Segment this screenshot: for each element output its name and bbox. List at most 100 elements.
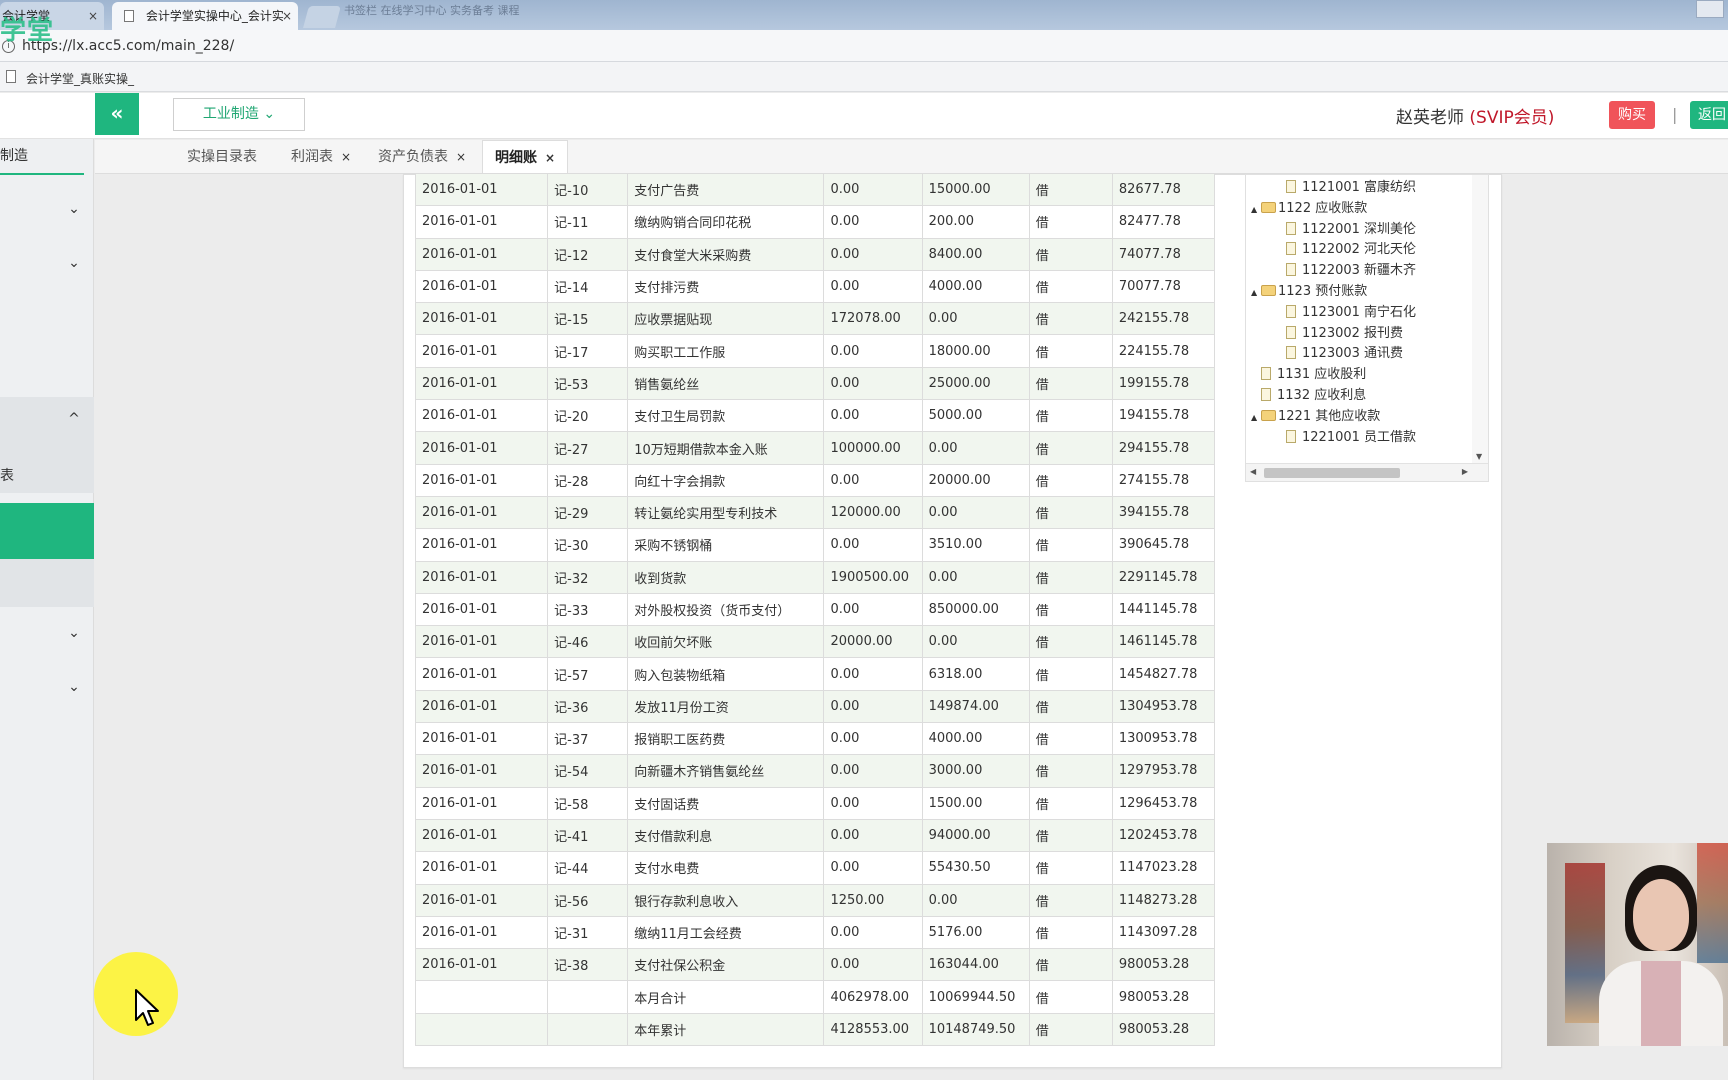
bookmark-item[interactable]: 会计学堂_真账实操_ [26,70,134,87]
tab-balance-sheet[interactable]: 资产负债表 × [378,140,466,174]
cell-voucher-no: 记-15 [547,302,629,336]
tree-item[interactable]: 1122002 河北天伦 [1286,240,1416,260]
cell-debit: 0.00 [823,334,923,368]
tree-item[interactable]: 1121001 富康纺织 [1286,178,1416,198]
cell-date: 2016-01-01 [414,237,549,271]
cell-summary: 缴纳11月工会经费 [627,915,825,950]
tree-item[interactable]: 1221001 员工借款 [1286,428,1416,448]
close-icon[interactable]: × [456,150,466,164]
close-icon[interactable]: × [341,150,351,164]
cell-balance: 274155.78 [1111,463,1216,497]
chevron-down-icon[interactable]: ⌄ [64,201,84,221]
table-row: 2016-01-01 记-27 10万短期借款本金入账 100000.00 0.00 借 2… [414,431,1216,465]
scroll-down-icon[interactable]: ▼ [1476,452,1482,461]
tree-item[interactable]: ▲ 1221 其他应收款 [1251,407,1380,427]
tree-item[interactable]: ▲ 1123 预付账款 [1251,282,1367,302]
cell-voucher-no: 记-11 [547,205,629,239]
cell-date: 2016-01-01 [414,205,549,239]
cell-direction: 借 [1028,495,1113,530]
tree-item-label: 1122002 河北天伦 [1302,242,1417,258]
cell-balance: 224155.78 [1111,334,1216,368]
tree-item[interactable]: 1123001 南宁石化 [1286,303,1416,323]
chevron-down-icon[interactable]: ⌄ [64,625,84,645]
horizontal-scrollbar[interactable]: ◀ ▶ [1246,463,1488,481]
tab-income-statement[interactable]: 利润表 × [291,140,351,174]
expand-toggle-icon[interactable]: ▲ [1251,408,1261,428]
chevron-down-icon[interactable]: ⌄ [64,679,84,699]
cell-voucher-no: 记-53 [547,366,629,401]
cell-date: 2016-01-01 [414,915,549,950]
cell-balance: 1148273.28 [1111,883,1216,917]
cell-balance: 1300953.78 [1111,722,1216,756]
close-icon[interactable]: × [88,2,98,30]
tree-item[interactable]: 1131 应收股利 [1251,365,1366,385]
tree-item[interactable]: 1123002 报刊费 [1286,324,1403,344]
scroll-left-icon[interactable]: ◀ [1250,467,1256,476]
close-icon[interactable]: × [545,151,555,165]
close-icon[interactable]: × [282,2,292,30]
cell-balance: 1143097.28 [1111,915,1216,950]
cell-credit: 0.00 [921,560,1030,594]
chevron-up-icon[interactable]: ^ [64,411,84,431]
cell-date: 2016-01-01 [414,172,549,207]
cell-direction: 借 [1028,560,1113,594]
tree-item[interactable]: 1132 应收利息 [1251,386,1366,406]
scrollbar-thumb[interactable] [1264,468,1400,478]
cell-balance: 1454827.78 [1111,657,1216,691]
cell-debit: 0.00 [823,399,923,433]
cell-summary: 支付水电费 [627,851,825,885]
cell-summary: 收回前欠坏账 [627,625,825,659]
expand-toggle-icon[interactable]: ▲ [1251,283,1261,303]
buy-button[interactable]: 购买 [1609,101,1655,129]
cell-voucher-no: 记-28 [547,463,629,497]
cell-date: 2016-01-01 [414,528,549,562]
cell-direction: 借 [1028,657,1113,691]
sidebar-item[interactable] [0,559,94,607]
scroll-right-icon[interactable]: ▶ [1462,467,1468,476]
collapse-sidebar-button[interactable]: « [95,93,139,135]
cell-credit: 5176.00 [921,915,1030,950]
cell-date: 2016-01-01 [414,722,549,756]
table-row: 2016-01-01 记-20 支付卫生局罚款 0.00 5000.00 借 194155.… [414,399,1216,433]
cell-direction: 借 [1028,592,1113,627]
cell-credit: 8400.00 [921,237,1030,271]
table-row: 2016-01-01 记-36 发放11月份工资 0.00 149874.00 借 1304… [414,689,1216,724]
page-icon [6,70,16,83]
tree-item[interactable]: 1122003 新疆木齐 [1286,261,1416,281]
chevron-down-icon[interactable]: ⌄ [64,255,84,275]
browser-tab-active[interactable]: 会计学堂实操中心_会计实 × [112,2,298,30]
cell-direction: 借 [1028,625,1113,659]
cell-credit: 10148749.50 [921,1012,1030,1047]
cell-direction: 借 [1028,463,1113,497]
back-button[interactable]: 返回 [1690,101,1728,129]
sidebar-item-active[interactable] [0,503,94,559]
tree-item[interactable]: ▲ 1122 应收账款 [1251,199,1367,219]
chevron-down-icon: ⌄ [263,106,276,122]
sidebar-item-label[interactable]: 表 [0,465,14,485]
cell-balance: 1304953.78 [1111,689,1216,724]
new-tab-button[interactable] [303,6,341,28]
tab-detail-ledger[interactable]: 明细账 × [482,140,569,175]
tree-item[interactable]: 1122001 深圳美伦 [1286,220,1416,240]
cell-debit: 4128553.00 [823,1012,923,1047]
cell-balance: 1296453.78 [1111,786,1216,820]
window-controls[interactable] [1696,0,1724,18]
cell-summary: 支付排污费 [627,269,825,304]
cell-direction: 借 [1028,689,1113,724]
table-row: 2016-01-01 记-37 报销职工医药费 0.00 4000.00 借 1300953… [414,722,1216,756]
industry-dropdown[interactable]: 工业制造 ⌄ [173,98,305,131]
expand-toggle-icon[interactable]: ▲ [1251,200,1261,220]
cell-voucher-no [547,1012,629,1047]
cell-debit: 20000.00 [823,625,923,659]
cell-date: 2016-01-01 [414,818,549,853]
tab-catalog[interactable]: 实操目录表 [187,140,257,174]
cell-date: 2016-01-01 [414,269,549,304]
cell-summary: 采购不锈钢桶 [627,528,825,562]
vertical-scrollbar[interactable]: ▼ [1472,175,1488,463]
cell-balance: 394155.78 [1111,495,1216,530]
cell-date: 2016-01-01 [414,431,549,465]
cell-credit: 0.00 [921,625,1030,659]
cell-credit: 4000.00 [921,269,1030,304]
tree-item[interactable]: 1123003 通讯费 [1286,344,1403,364]
tree-item-label: 1123001 南宁石化 [1302,304,1417,320]
